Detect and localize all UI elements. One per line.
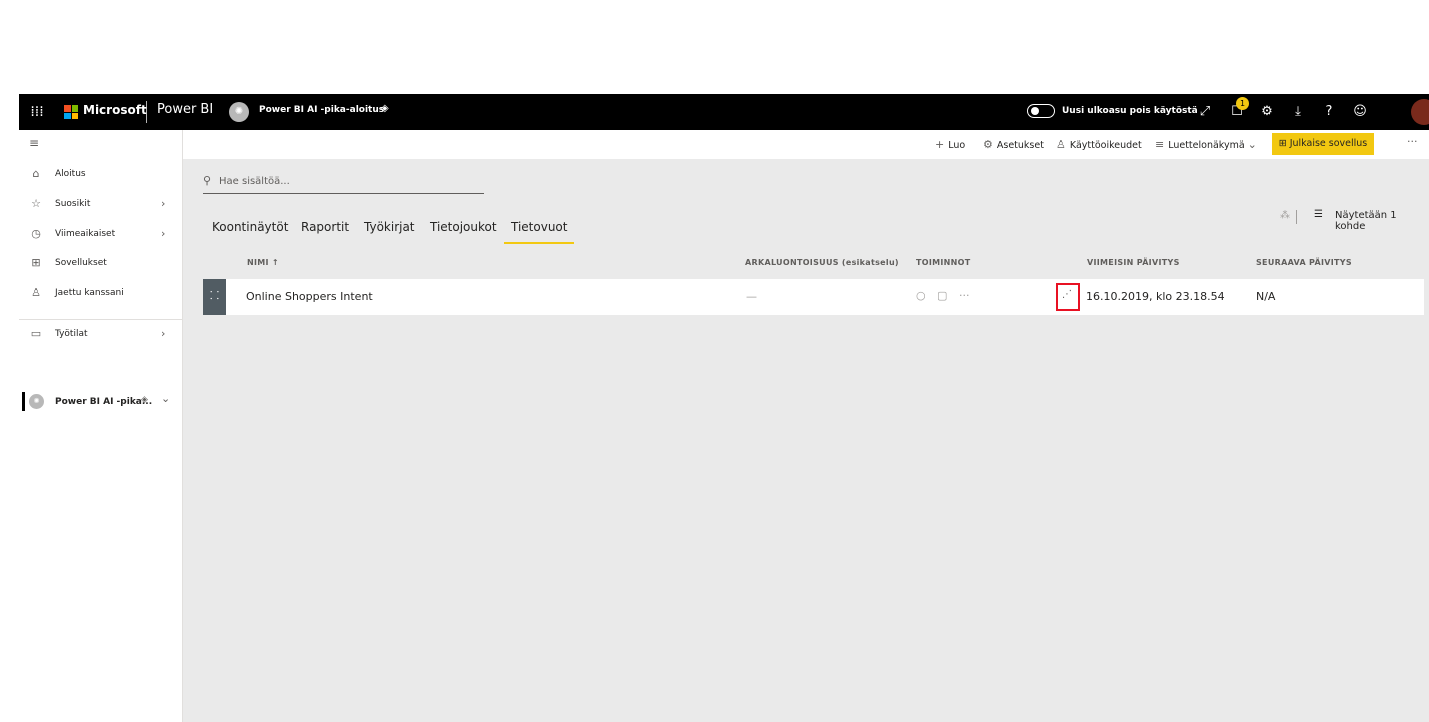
nav-item-label: Työtilat bbox=[55, 329, 88, 339]
active-tab-underline bbox=[504, 242, 574, 244]
left-nav: ≡ ⌂ Aloitus ☆ Suosikit › ◷ Viimeaikaiset… bbox=[19, 130, 183, 722]
help-icon[interactable]: ? bbox=[1318, 101, 1340, 123]
loading-spinner-icon: ⋰ bbox=[1062, 289, 1072, 300]
workspace-avatar-icon: ✺ bbox=[229, 102, 249, 122]
row-sensitivity: — bbox=[746, 290, 757, 303]
column-header-sensitivity[interactable]: ARKALUONTOISUUS (esikatselu) bbox=[745, 258, 899, 267]
lineage-view-icon[interactable]: ⁂ bbox=[1280, 210, 1290, 221]
access-button[interactable]: ♙ Käyttöoikeudet bbox=[1056, 138, 1142, 151]
hamburger-menu-icon[interactable]: ≡ bbox=[29, 136, 39, 150]
nav-item-workspaces[interactable]: ▭ Työtilat › bbox=[19, 324, 182, 346]
top-bar: ⁞⁞⁞ Microsoft Power BI ✺ Power BI AI -pi… bbox=[19, 94, 1429, 130]
column-header-last-refresh[interactable]: VIIMEISIN PÄIVITYS bbox=[1087, 258, 1180, 267]
plus-icon: + bbox=[935, 138, 945, 151]
refresh-in-progress-highlight: ⋰ bbox=[1056, 283, 1080, 311]
item-count-label: Näytetään 1 kohde bbox=[1335, 210, 1397, 232]
expand-icon[interactable]: ⤢ bbox=[1194, 101, 1216, 123]
list-view-button[interactable]: ≡ Luettelonäkymä ⌄ bbox=[1155, 138, 1261, 151]
current-workspace-label[interactable]: Power BI AI -pika... bbox=[55, 397, 152, 407]
access-label: Käyttöoikeudet bbox=[1069, 140, 1142, 151]
premium-diamond-icon: ◈ bbox=[141, 395, 148, 405]
star-icon: ☆ bbox=[31, 197, 41, 210]
clock-icon: ◷ bbox=[31, 227, 41, 240]
premium-diamond-icon: ◈ bbox=[381, 103, 389, 114]
list-view-label: Luettelonäkymä bbox=[1168, 140, 1245, 151]
tab-dataflows[interactable]: Tietovuot bbox=[511, 220, 567, 234]
settings-gear-icon[interactable]: ⚙ bbox=[1256, 101, 1278, 123]
chevron-down-icon: ⌄ bbox=[1247, 138, 1257, 151]
column-header-next-refresh[interactable]: SEURAAVA PÄIVITYS bbox=[1256, 258, 1352, 267]
create-button[interactable]: + Luo bbox=[935, 138, 965, 151]
nav-item-label: Sovellukset bbox=[55, 258, 107, 268]
publish-app-button[interactable]: ⊞ Julkaise sovellus bbox=[1272, 133, 1374, 155]
workspace-avatar-icon: ✺ bbox=[29, 394, 44, 409]
column-header-actions: TOIMINNOT bbox=[916, 258, 971, 267]
nav-item-label: Jaettu kanssani bbox=[55, 288, 124, 298]
command-bar: + Luo ⚙ Asetukset ♙ Käyttöoikeudet ≡ Luettel… bbox=[183, 130, 1429, 159]
download-icon[interactable]: ⤓ bbox=[1287, 101, 1309, 123]
row-name-link[interactable]: Online Shoppers Intent bbox=[246, 290, 373, 303]
search-icon: ⚲ bbox=[203, 174, 212, 187]
workspace-name[interactable]: Power BI AI -pika-aloitus bbox=[259, 105, 384, 115]
tab-dashboards[interactable]: Koontinäytöt bbox=[212, 220, 288, 234]
nav-item-label: Aloitus bbox=[55, 169, 86, 179]
app-name[interactable]: Power BI bbox=[157, 102, 213, 117]
chevron-right-icon[interactable]: › bbox=[161, 197, 165, 210]
new-look-toggle-label: Uusi ulkoasu pois käytöstä bbox=[1062, 106, 1198, 116]
notification-count-badge: 1 bbox=[1236, 97, 1249, 110]
settings-label: Asetukset bbox=[996, 140, 1044, 151]
main-content: + Luo ⚙ Asetukset ♙ Käyttöoikeudet ≡ Luettel… bbox=[183, 130, 1429, 722]
tab-workbooks[interactable]: Työkirjat bbox=[364, 220, 415, 234]
column-header-name[interactable]: NIMI ↑ bbox=[247, 258, 279, 267]
nav-item-label: Viimeaikaiset bbox=[55, 229, 116, 239]
apps-icon: ⊞ bbox=[31, 256, 41, 269]
nav-item-shared-with-me[interactable]: ♙ Jaettu kanssani bbox=[19, 283, 182, 305]
search-input[interactable] bbox=[219, 176, 479, 187]
chevron-right-icon[interactable]: › bbox=[161, 327, 165, 340]
microsoft-logo-icon bbox=[64, 105, 78, 119]
list-icon: ≡ bbox=[1155, 138, 1165, 151]
more-options-icon[interactable]: ··· bbox=[1407, 135, 1418, 148]
nav-divider bbox=[19, 319, 182, 320]
nav-item-recent[interactable]: ◷ Viimeaikaiset › bbox=[19, 224, 182, 246]
nav-item-favorites[interactable]: ☆ Suosikit › bbox=[19, 194, 182, 216]
person-icon: ♙ bbox=[1056, 138, 1066, 151]
settings-button[interactable]: ⚙ Asetukset bbox=[983, 138, 1044, 151]
search-box: ⚲ bbox=[203, 174, 484, 194]
workspaces-icon: ▭ bbox=[30, 327, 42, 340]
tab-datasets[interactable]: Tietojoukot bbox=[430, 220, 497, 234]
row-next-refresh: N/A bbox=[1256, 290, 1276, 303]
microsoft-label[interactable]: Microsoft bbox=[83, 103, 147, 117]
schedule-refresh-icon[interactable]: ▢ bbox=[937, 289, 947, 302]
publish-icon: ⊞ bbox=[1278, 138, 1290, 149]
home-icon: ⌂ bbox=[32, 167, 40, 180]
view-divider bbox=[1296, 210, 1297, 224]
tab-reports[interactable]: Raportit bbox=[301, 220, 349, 234]
row-last-refresh: 16.10.2019, klo 23.18.54 bbox=[1086, 290, 1225, 303]
table-row[interactable]: ⸬ Online Shoppers Intent — ○ ▢ ··· ⋰ 16.… bbox=[203, 279, 1424, 315]
app-launcher-icon[interactable]: ⁞⁞⁞ bbox=[29, 104, 45, 120]
shared-icon: ♙ bbox=[31, 286, 41, 299]
topbar-divider bbox=[146, 101, 147, 123]
refresh-now-icon[interactable]: ○ bbox=[916, 289, 926, 302]
chevron-down-icon[interactable]: ⌄ bbox=[161, 392, 170, 405]
create-label: Luo bbox=[948, 140, 966, 151]
new-look-toggle[interactable] bbox=[1027, 104, 1055, 118]
dataflow-type-icon: ⸬ bbox=[203, 279, 226, 315]
nav-item-home[interactable]: ⌂ Aloitus bbox=[19, 164, 182, 186]
power-bi-app: ⁞⁞⁞ Microsoft Power BI ✺ Power BI AI -pi… bbox=[19, 94, 1429, 722]
more-options-icon[interactable]: ··· bbox=[959, 289, 970, 302]
active-indicator bbox=[22, 392, 25, 411]
chevron-right-icon[interactable]: › bbox=[161, 227, 165, 240]
user-avatar[interactable] bbox=[1411, 99, 1429, 125]
nav-item-apps[interactable]: ⊞ Sovellukset bbox=[19, 253, 182, 275]
nav-item-label: Suosikit bbox=[55, 199, 91, 209]
list-view-icon[interactable]: ☰ bbox=[1314, 209, 1323, 220]
toggle-knob bbox=[1031, 107, 1039, 115]
feedback-smiley-icon[interactable]: ☺ bbox=[1349, 101, 1371, 123]
gear-icon: ⚙ bbox=[983, 138, 993, 151]
publish-label: Julkaise sovellus bbox=[1289, 138, 1368, 149]
